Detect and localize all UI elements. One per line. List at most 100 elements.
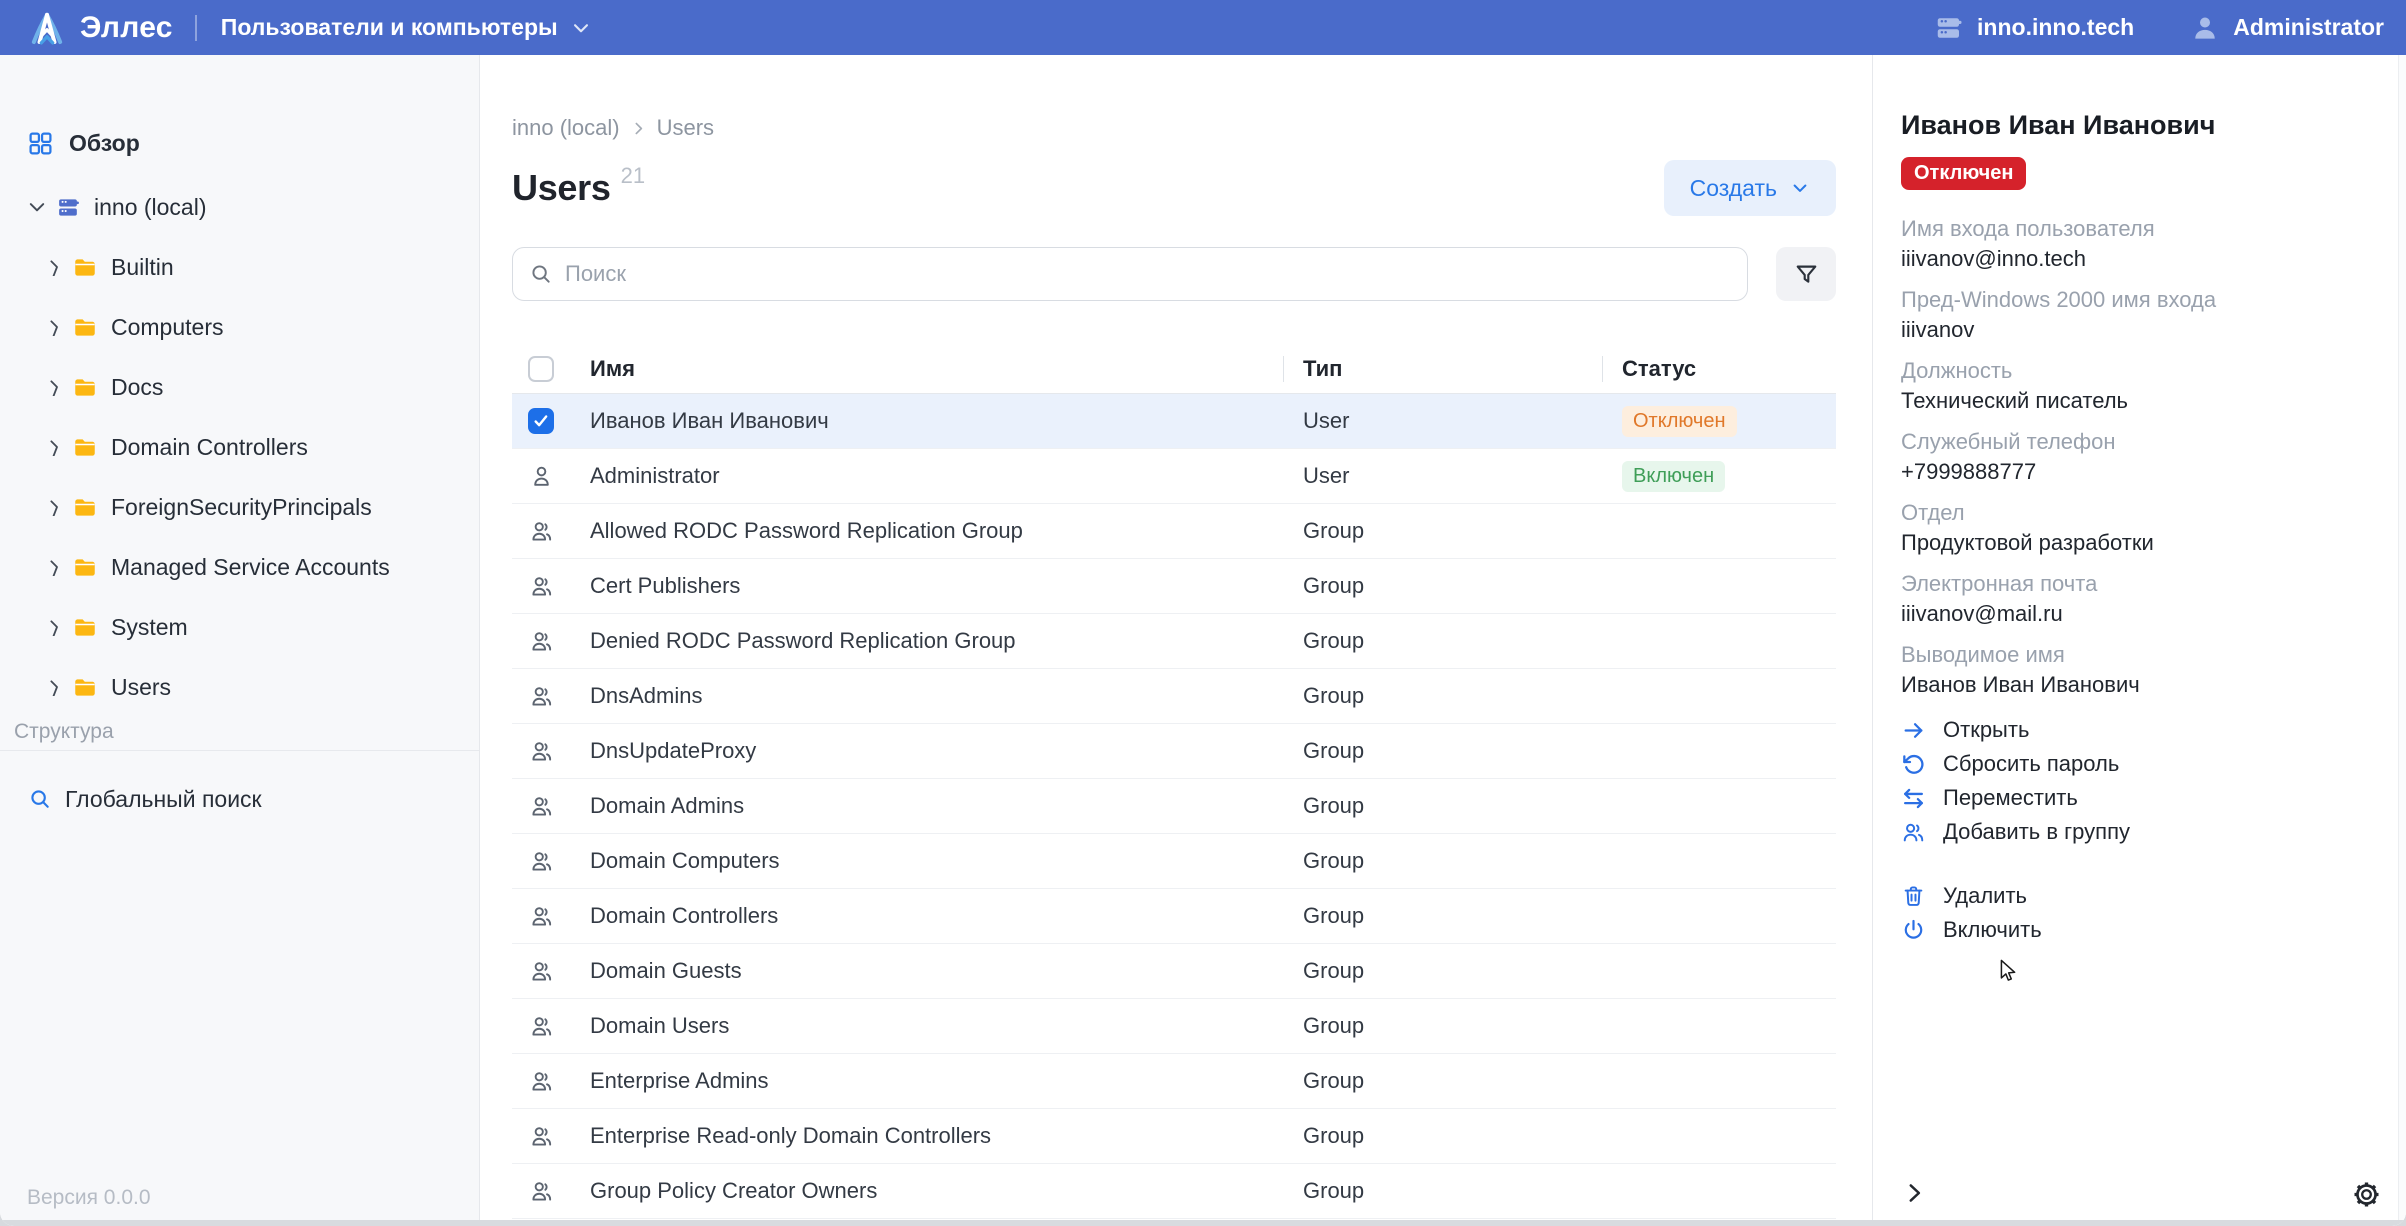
- reset-password-icon: [1901, 752, 1926, 777]
- app-name: Эллес: [80, 11, 173, 45]
- breadcrumb-current[interactable]: Users: [657, 115, 714, 141]
- sidebar: Обзор: [0, 55, 480, 1226]
- column-header-status[interactable]: Статус: [1602, 356, 1836, 382]
- tree-folder-item[interactable]: Users: [0, 657, 479, 717]
- table-row[interactable]: Domain Computers Group: [512, 834, 1836, 889]
- scrollbar-track[interactable]: [2398, 55, 2406, 1220]
- table-row[interactable]: DnsUpdateProxy Group: [512, 724, 1836, 779]
- row-type: Group: [1303, 573, 1364, 598]
- chevron-right-icon[interactable]: [45, 498, 63, 516]
- select-all-checkbox[interactable]: [528, 356, 554, 382]
- action-item[interactable]: Удалить: [1901, 879, 2370, 913]
- table-row[interactable]: Domain Users Group: [512, 999, 1836, 1054]
- status-badge: Включен: [1622, 461, 1725, 492]
- table-row[interactable]: Cert Publishers Group: [512, 559, 1836, 614]
- row-type: Group: [1303, 848, 1364, 873]
- tree-folder-label: Computers: [111, 314, 223, 341]
- column-header-type[interactable]: Тип: [1283, 356, 1602, 382]
- table-row[interactable]: Administrator User Включен: [512, 449, 1836, 504]
- field-value: iiivanov: [1901, 316, 2370, 344]
- tree-folder-item[interactable]: Domain Controllers: [0, 417, 479, 477]
- row-name: Иванов Иван Иванович: [590, 408, 829, 434]
- action-item[interactable]: Включить: [1901, 913, 2370, 947]
- group-icon: [528, 683, 555, 710]
- app-logo[interactable]: Эллес: [26, 7, 173, 49]
- tree-folder-item[interactable]: Builtin: [0, 237, 479, 297]
- sidebar-item-global-search[interactable]: Глобальный поиск: [0, 775, 479, 823]
- chevron-right-icon[interactable]: [45, 678, 63, 696]
- detail-fields: Имя входа пользователя iiivanov@inno.tec…: [1901, 215, 2370, 699]
- arrow-right-icon: [1901, 718, 1926, 743]
- tree-folder-label: Users: [111, 674, 171, 701]
- tree-folder-item[interactable]: Computers: [0, 297, 479, 357]
- group-icon: [528, 958, 555, 985]
- create-button-label: Создать: [1690, 175, 1777, 202]
- action-label: Добавить в группу: [1943, 819, 2130, 845]
- table-row[interactable]: Enterprise Admins Group: [512, 1054, 1836, 1109]
- folder-icon: [72, 314, 98, 340]
- table-row[interactable]: Domain Guests Group: [512, 944, 1836, 999]
- column-header-name[interactable]: Имя: [580, 356, 1283, 382]
- collapse-panel-button[interactable]: [1901, 1180, 1927, 1206]
- chevron-right-icon[interactable]: [45, 558, 63, 576]
- chevron-right-icon[interactable]: [45, 258, 63, 276]
- chevron-right-icon[interactable]: [45, 438, 63, 456]
- table-row[interactable]: Domain Controllers Group: [512, 889, 1836, 944]
- gear-icon[interactable]: [2351, 1179, 2382, 1210]
- detail-field: Должность Технический писатель: [1901, 357, 2370, 415]
- search-row: [512, 247, 1836, 301]
- chevron-right-icon[interactable]: [45, 618, 63, 636]
- domain-label: inno.inno.tech: [1977, 14, 2134, 41]
- table-row[interactable]: Denied RODC Password Replication Group G…: [512, 614, 1836, 669]
- row-type: Group: [1303, 903, 1364, 928]
- tree-folder-item[interactable]: System: [0, 597, 479, 657]
- tree-folder-item[interactable]: Managed Service Accounts: [0, 537, 479, 597]
- action-item[interactable]: Переместить: [1901, 781, 2370, 815]
- sidebar-item-overview[interactable]: Обзор: [27, 121, 479, 165]
- chevron-right-icon[interactable]: [45, 318, 63, 336]
- action-item[interactable]: Сбросить пароль: [1901, 747, 2370, 781]
- search-input[interactable]: [565, 261, 1731, 287]
- create-button[interactable]: Создать: [1664, 160, 1836, 216]
- field-label: Пред-Windows 2000 имя входа: [1901, 286, 2370, 314]
- tree-root-inno-local[interactable]: inno (local): [27, 185, 479, 229]
- table-row[interactable]: Domain Admins Group: [512, 779, 1836, 834]
- module-dropdown-label: Пользователи и компьютеры: [221, 14, 558, 41]
- field-value: Продуктовой разработки: [1901, 529, 2370, 557]
- detail-title: Иванов Иван Иванович: [1901, 108, 2370, 142]
- row-name: Domain Users: [590, 1013, 729, 1039]
- detail-field: Имя входа пользователя iiivanov@inno.tec…: [1901, 215, 2370, 273]
- action-label: Удалить: [1943, 883, 2027, 909]
- table-row[interactable]: Enterprise Read-only Domain Controllers …: [512, 1109, 1836, 1164]
- tree-folder-item[interactable]: ForeignSecurityPrincipals: [0, 477, 479, 537]
- breadcrumb-root[interactable]: inno (local): [512, 115, 620, 141]
- person-icon: [528, 463, 555, 490]
- sidebar-overview-label: Обзор: [69, 130, 140, 157]
- topbar-right: inno.inno.tech Administrator: [1934, 13, 2384, 43]
- row-type: User: [1303, 408, 1349, 433]
- module-dropdown[interactable]: Пользователи и компьютеры: [221, 14, 592, 41]
- table-row[interactable]: DnsAdmins Group: [512, 669, 1836, 724]
- table-row[interactable]: Group Policy Creator Owners Group: [512, 1164, 1836, 1219]
- domain-selector[interactable]: inno.inno.tech: [1934, 13, 2134, 43]
- row-checkbox-checked[interactable]: [528, 408, 554, 434]
- field-value: Иванов Иван Иванович: [1901, 671, 2370, 699]
- group-icon: [528, 1178, 555, 1205]
- row-type: Group: [1303, 1013, 1364, 1038]
- tree-folder-item[interactable]: Docs: [0, 357, 479, 417]
- user-menu[interactable]: Administrator: [2190, 13, 2384, 43]
- group-icon: [528, 738, 555, 765]
- row-type: Group: [1303, 738, 1364, 763]
- table-row[interactable]: Иванов Иван Иванович User Отключен: [512, 394, 1836, 449]
- action-item[interactable]: Добавить в группу: [1901, 815, 2370, 849]
- action-item[interactable]: Открыть: [1901, 713, 2370, 747]
- chevron-down-icon[interactable]: [27, 197, 47, 217]
- detail-danger-actions: Удалить Включить: [1901, 879, 2370, 947]
- filter-button[interactable]: [1776, 247, 1836, 301]
- topbar: Эллес Пользователи и компьютеры: [0, 0, 2406, 55]
- table-row[interactable]: Allowed RODC Password Replication Group …: [512, 504, 1836, 559]
- version-label: Версия 0.0.0: [27, 1186, 479, 1210]
- chevron-down-icon: [570, 17, 592, 39]
- row-type: Group: [1303, 518, 1364, 543]
- chevron-right-icon[interactable]: [45, 378, 63, 396]
